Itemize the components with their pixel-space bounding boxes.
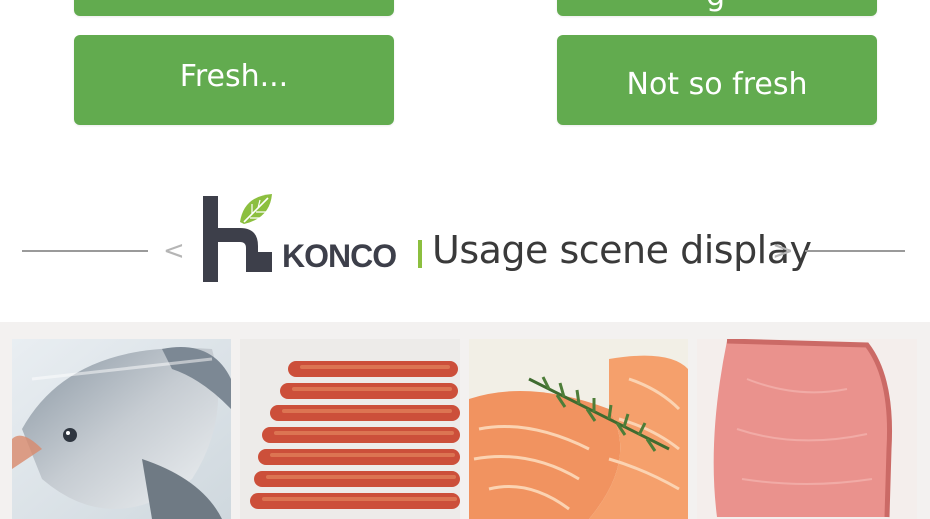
konco-logo: KONCO — [203, 194, 397, 282]
photo-vacuum-sealed-sausages — [240, 339, 460, 519]
logo-mark-right — [246, 252, 272, 272]
cut-off-button-right-text: g — [706, 0, 725, 13]
chevron-right-icon[interactable]: > — [772, 236, 794, 266]
photo-vacuum-sealed-ham — [697, 339, 917, 519]
fresh-button-label: Fresh... — [179, 58, 289, 94]
section-title: Usage scene display — [432, 228, 812, 272]
brand-wordmark: KONCO — [282, 238, 396, 274]
title-accent-bar — [418, 240, 422, 268]
cut-off-button-left[interactable] — [74, 0, 394, 16]
divider-line-right — [805, 250, 905, 252]
photo-vacuum-sealed-fish — [12, 339, 231, 519]
not-so-fresh-button-label: Not so fresh — [626, 66, 808, 102]
chevron-left-icon[interactable]: < — [163, 236, 185, 266]
photo-vacuum-sealed-salmon — [469, 339, 688, 519]
fresh-button[interactable]: Fresh... — [74, 35, 394, 125]
divider-line-left — [22, 250, 148, 252]
not-so-fresh-button[interactable]: Not so fresh — [557, 35, 877, 125]
